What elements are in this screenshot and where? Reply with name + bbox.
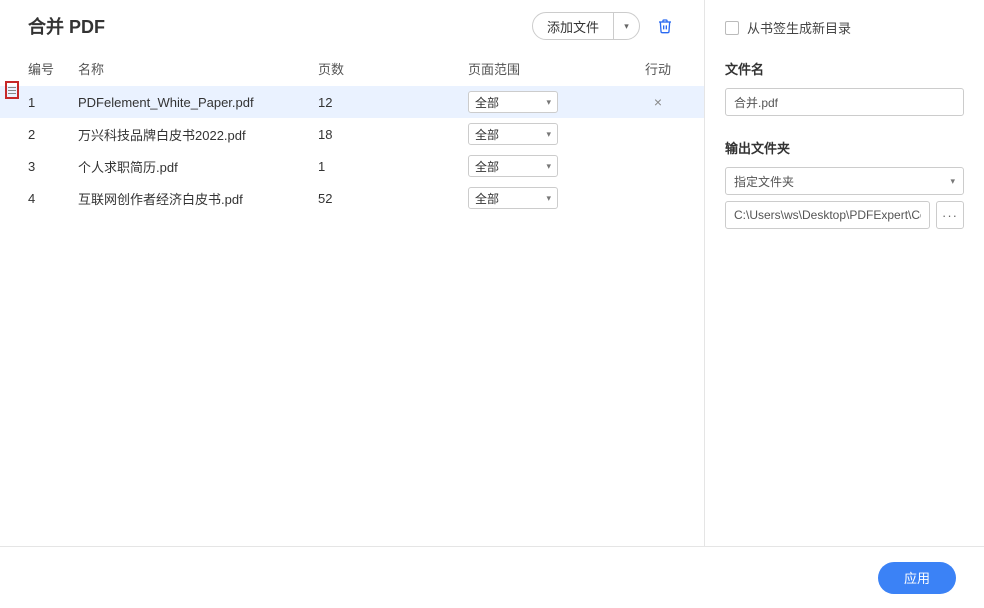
settings-panel: 从书签生成新目录 文件名 输出文件夹 指定文件夹 ▾ ··· (704, 0, 984, 546)
table-row[interactable]: 3个人求职简历.pdf1 全部 ▾ (0, 150, 704, 182)
add-file-button[interactable]: 添加文件 (533, 13, 613, 39)
remove-row-button[interactable]: × (618, 94, 698, 110)
clear-all-button[interactable] (654, 15, 676, 37)
col-number: 编号 (28, 59, 78, 78)
chevron-down-icon: ▾ (546, 193, 551, 204)
chevron-down-icon: ▾ (950, 176, 955, 187)
row-filename: 个人求职简历.pdf (78, 157, 318, 176)
output-folder-section-label: 输出文件夹 (725, 138, 964, 157)
row-pages: 1 (318, 159, 468, 174)
panel-header: 合并 PDF 添加文件 ▾ (0, 12, 704, 50)
row-number: 2 (28, 127, 78, 142)
drag-handle-bar (8, 87, 16, 88)
row-filename: PDFelement_White_Paper.pdf (78, 95, 318, 110)
generate-toc-checkbox[interactable]: 从书签生成新目录 (725, 18, 964, 37)
output-mode-select[interactable]: 指定文件夹 ▾ (725, 167, 964, 195)
col-pages: 页数 (318, 59, 468, 78)
row-filename: 万兴科技品牌白皮书2022.pdf (78, 125, 318, 144)
footer-bar: 应用 (0, 546, 984, 608)
output-mode-value: 指定文件夹 (734, 173, 794, 190)
row-number: 3 (28, 159, 78, 174)
page-title: 合并 PDF (28, 13, 532, 39)
row-pages: 18 (318, 127, 468, 142)
row-number: 1 (28, 95, 78, 110)
table-row[interactable]: 2万兴科技品牌白皮书2022.pdf18 全部 ▾ (0, 118, 704, 150)
col-range: 页面范围 (468, 59, 618, 78)
add-file-caret[interactable]: ▾ (613, 13, 639, 39)
page-range-value: 全部 (475, 94, 499, 111)
page-range-value: 全部 (475, 158, 499, 175)
drag-handle-bar (8, 93, 16, 94)
close-icon: × (654, 94, 662, 110)
col-action: 行动 (618, 59, 698, 78)
row-pages: 52 (318, 191, 468, 206)
apply-button[interactable]: 应用 (878, 562, 956, 594)
trash-icon (657, 18, 673, 34)
filename-section-label: 文件名 (725, 59, 964, 78)
table-header-row: 编号 名称 页数 页面范围 行动 (0, 50, 704, 86)
row-drag-handle[interactable] (5, 81, 19, 99)
ellipsis-icon: ··· (942, 208, 958, 223)
generate-toc-label: 从书签生成新目录 (747, 18, 851, 37)
page-range-select[interactable]: 全部 ▾ (468, 187, 558, 209)
chevron-down-icon: ▾ (624, 21, 629, 32)
page-range-value: 全部 (475, 126, 499, 143)
row-number: 4 (28, 191, 78, 206)
row-filename: 互联网创作者经济白皮书.pdf (78, 189, 318, 208)
checkbox-icon (725, 21, 739, 35)
chevron-down-icon: ▾ (546, 129, 551, 140)
add-file-split-button[interactable]: 添加文件 ▾ (532, 12, 640, 40)
page-range-select[interactable]: 全部 ▾ (468, 123, 558, 145)
output-path-input[interactable] (725, 201, 930, 229)
page-range-value: 全部 (475, 190, 499, 207)
drag-handle-bar (8, 90, 16, 91)
filename-input[interactable] (725, 88, 964, 116)
chevron-down-icon: ▾ (546, 97, 551, 108)
page-range-select[interactable]: 全部 ▾ (468, 155, 558, 177)
table-row[interactable]: 1PDFelement_White_Paper.pdf12 全部 ▾ × (0, 86, 704, 118)
page-range-select[interactable]: 全部 ▾ (468, 91, 558, 113)
col-name: 名称 (78, 59, 318, 78)
row-pages: 12 (318, 95, 468, 110)
file-list-panel: 合并 PDF 添加文件 ▾ 编号 名称 页数 页面范围 行动 (0, 0, 704, 546)
chevron-down-icon: ▾ (546, 161, 551, 172)
browse-folder-button[interactable]: ··· (936, 201, 964, 229)
table-row[interactable]: 4互联网创作者经济白皮书.pdf52 全部 ▾ (0, 182, 704, 214)
